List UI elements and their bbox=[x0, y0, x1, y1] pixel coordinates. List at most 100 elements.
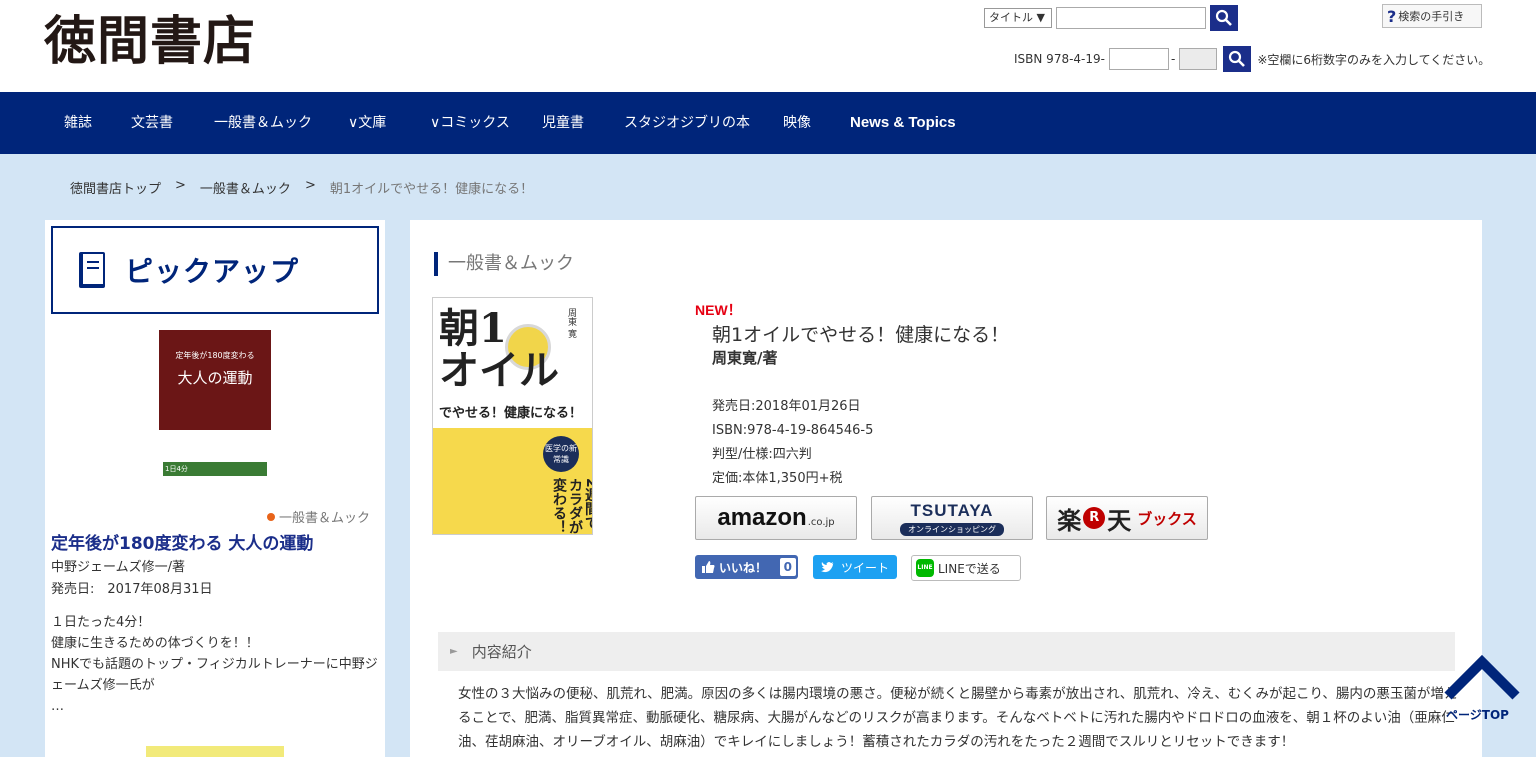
rakuten-button[interactable]: 楽 R 天 ブックス bbox=[1046, 496, 1208, 540]
isbn-prefix: ISBN 978-4-19- bbox=[1014, 52, 1105, 66]
rakuten-books-label: ブックス bbox=[1137, 509, 1197, 528]
tweet-label: ツイート bbox=[841, 560, 890, 575]
cover-subtitle: でやせる！健康になる！ bbox=[439, 406, 583, 421]
isbn-search-button[interactable] bbox=[1223, 46, 1252, 72]
like-label: いいね！ bbox=[719, 560, 768, 575]
tsutaya-label: TSUTAYA bbox=[910, 500, 994, 520]
nav-magazine[interactable]: 雑誌 bbox=[64, 92, 92, 154]
facebook-like-button[interactable]: いいね！ 0 bbox=[695, 555, 798, 579]
cover-title-line: オイル bbox=[439, 347, 559, 394]
pickup-book-author: 中野ジェームズ修一/著 bbox=[51, 560, 185, 575]
site-header: 徳間書店 タイトル ▼ ISBN 978-4-19- - ※空欄に6桁数字のみを… bbox=[0, 0, 1536, 92]
breadcrumb-current: 朝1オイルでやせる！健康になる！ bbox=[329, 182, 534, 197]
cover-vertical-text: 2週間でカラダが変わる！ bbox=[551, 478, 593, 534]
release-date: 発売日:2018年01月26日 bbox=[712, 399, 861, 414]
pickup-category-label: 一般書＆ムック bbox=[279, 511, 371, 526]
isbn-field-1[interactable] bbox=[1108, 48, 1169, 70]
cover-author: 周東 寛 bbox=[566, 308, 576, 338]
pickup-header: ピックアップ bbox=[51, 226, 379, 314]
nav-bunko[interactable]: ∨文庫 bbox=[348, 92, 386, 154]
book-author: 周東寛/著 bbox=[712, 349, 778, 367]
cover-top: 定年後が180度変わる 大人の運動 bbox=[159, 330, 271, 430]
pickup-book-cover[interactable]: 定年後が180度変わる 大人の運動 1日4分 bbox=[159, 330, 271, 492]
search-button[interactable] bbox=[1210, 5, 1238, 31]
amazon-suffix: .co.jp bbox=[807, 516, 835, 528]
isbn-field-2[interactable] bbox=[1179, 48, 1218, 70]
book-cover: 朝1 オイル 周東 寛 でやせる！健康になる！ 医学の新常識 2週間でカラダが変… bbox=[432, 297, 593, 535]
search-icon bbox=[1215, 9, 1232, 26]
cover-subtitle: 定年後が180度変わる bbox=[175, 351, 255, 360]
tsutaya-button[interactable]: TSUTAYA オンラインショッピング bbox=[871, 496, 1033, 540]
search-bar: タイトル ▼ bbox=[984, 5, 1238, 31]
nav-video[interactable]: 映像 bbox=[783, 92, 811, 154]
rakuten-char: 楽 bbox=[1057, 506, 1082, 535]
book-icon bbox=[79, 252, 105, 288]
cover-title-line: 朝1 bbox=[439, 305, 507, 352]
amazon-button[interactable]: amazon .co.jp bbox=[695, 496, 857, 540]
search-type-select[interactable]: タイトル ▼ bbox=[984, 8, 1052, 28]
book-detail: 一般書＆ムック 朝1 オイル 周東 寛 でやせる！健康になる！ 医学の新常識 2… bbox=[410, 220, 1482, 757]
main-nav: 雑誌 文芸書 一般書＆ムック ∨文庫 ∨コミックス 児童書 スタジオジブリの本 … bbox=[0, 92, 1536, 154]
triangle-right-icon: ► bbox=[450, 646, 458, 657]
desc-line: NHKでも話題のトップ・フィジカルトレーナーに中野ジェームズ修一氏が bbox=[51, 657, 378, 693]
isbn-search: ISBN 978-4-19- - ※空欄に6桁数字のみを入力してください。 bbox=[1014, 46, 1490, 72]
price: 定価:本体1,350円+税 bbox=[712, 471, 843, 486]
category-heading: 一般書＆ムック bbox=[434, 252, 574, 276]
format: 判型/仕様:四六判 bbox=[712, 447, 812, 462]
nav-children[interactable]: 児童書 bbox=[542, 92, 584, 154]
line-share-button[interactable]: LINE LINEで送る bbox=[911, 555, 1021, 581]
intro-section-toggle[interactable]: ► 内容紹介 bbox=[438, 632, 1455, 671]
chevron-up-icon bbox=[1444, 654, 1520, 700]
amazon-logo: amazon bbox=[717, 504, 807, 531]
new-badge: NEW！ bbox=[695, 302, 742, 318]
search-help-label: 検索の手引き bbox=[1398, 10, 1465, 23]
rakuten-char: 天 bbox=[1107, 506, 1132, 535]
breadcrumb: 徳間書店トップ > 一般書＆ムック > 朝1オイルでやせる！健康になる！ bbox=[70, 178, 533, 197]
pickup-book-description: １日たった4分！ 健康に生きるための体づくりを！！ NHKでも話題のトップ・フィ… bbox=[51, 612, 381, 717]
tsutaya-logo: TSUTAYA オンラインショッピング bbox=[900, 501, 1004, 536]
nav-general[interactable]: 一般書＆ムック bbox=[214, 92, 312, 154]
cover-bottom: 1日4分 bbox=[159, 430, 271, 492]
rakuten-r-icon: R bbox=[1083, 507, 1106, 529]
next-book-thumbnail[interactable] bbox=[146, 746, 284, 757]
intro-text: 女性の３大悩みの便秘、肌荒れ、肥満。原因の多くは腸内環境の悪さ。便秘が続くと腸壁… bbox=[458, 686, 1458, 750]
breadcrumb-separator: > bbox=[175, 178, 186, 193]
tweet-button[interactable]: ツイート bbox=[813, 555, 897, 579]
question-icon: ? bbox=[1387, 6, 1397, 26]
book-meta: 発売日:2018年01月26日 ISBN:978-4-19-864546-5 判… bbox=[712, 395, 873, 491]
bullet-icon bbox=[267, 512, 275, 521]
search-icon bbox=[1229, 50, 1246, 67]
breadcrumb-home[interactable]: 徳間書店トップ bbox=[70, 178, 161, 197]
search-input[interactable] bbox=[1056, 7, 1206, 29]
breadcrumb-category[interactable]: 一般書＆ムック bbox=[200, 178, 291, 197]
line-label: LINEで送る bbox=[938, 561, 1001, 576]
nav-literature[interactable]: 文芸書 bbox=[131, 92, 173, 154]
intro-heading: 内容紹介 bbox=[471, 643, 532, 661]
nav-news[interactable]: News & Topics bbox=[850, 92, 956, 154]
cover-title: 大人の運動 bbox=[177, 369, 253, 387]
desc-line: 健康に生きるための体づくりを！！ bbox=[51, 636, 259, 651]
cover-band: 1日4分 bbox=[163, 462, 267, 476]
site-logo[interactable]: 徳間書店 bbox=[44, 10, 256, 74]
tsutaya-sub: オンラインショッピング bbox=[900, 522, 1004, 536]
cover-title: 朝1 オイル bbox=[439, 308, 559, 392]
desc-line: １日たった4分！ bbox=[51, 615, 151, 630]
page-top-label[interactable]: ページTOP bbox=[1446, 706, 1509, 723]
pickup-category: 一般書＆ムック bbox=[267, 507, 370, 526]
rakuten-logo: 楽 R 天 ブックス bbox=[1057, 501, 1197, 536]
nav-ghibli[interactable]: スタジオジブリの本 bbox=[624, 92, 750, 154]
pickup-sidebar: ピックアップ 定年後が180度変わる 大人の運動 1日4分 一般書＆ムック 定年… bbox=[45, 220, 385, 757]
isbn-note: ※空欄に6桁数字のみを入力してください。 bbox=[1257, 52, 1491, 67]
breadcrumb-separator: > bbox=[304, 178, 316, 193]
line-icon: LINE bbox=[916, 559, 934, 577]
pickup-title: ピックアップ bbox=[125, 255, 300, 288]
pickup-book-title[interactable]: 定年後が180度変わる 大人の運動 bbox=[51, 529, 313, 554]
isbn-dash: - bbox=[1170, 52, 1176, 66]
book-title: 朝1オイルでやせる！健康になる！ bbox=[712, 324, 1010, 346]
cover-badge: 医学の新常識 bbox=[543, 436, 579, 472]
isbn: ISBN:978-4-19-864546-5 bbox=[712, 423, 874, 438]
search-help-button[interactable]: ? 検索の手引き bbox=[1382, 4, 1482, 28]
nav-comics[interactable]: ∨コミックス bbox=[430, 92, 510, 154]
thumbs-up-icon bbox=[702, 561, 715, 573]
pickup-book-date: 発売日: 2017年08月31日 bbox=[51, 582, 213, 597]
